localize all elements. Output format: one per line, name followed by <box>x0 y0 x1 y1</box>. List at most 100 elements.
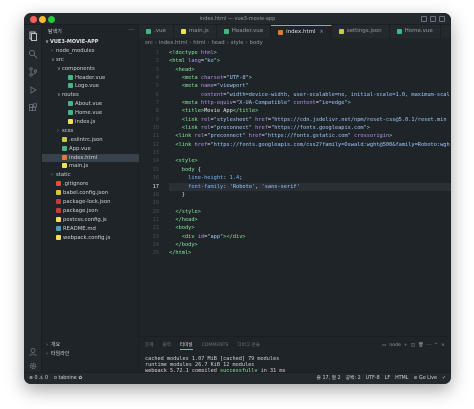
tabnine-status[interactable]: o tabnine ✿ <box>54 373 82 384</box>
code-area[interactable]: <!doctype html> <html lang="ko"> <head> <… <box>169 49 451 258</box>
tree-item-index-js[interactable]: index.js <box>42 118 139 127</box>
code-line[interactable]: <!doctype html> <box>169 49 451 57</box>
code-line[interactable]: <link rel="preconnect" href="https://fon… <box>169 132 451 140</box>
outline-section-timeline[interactable]: › 타임라인 <box>42 350 139 359</box>
code-line[interactable]: body { <box>169 166 451 174</box>
tree-item-eslintrc-json[interactable]: .eslintrc.json <box>42 136 139 145</box>
explorer-more-actions-icon[interactable]: ··· <box>128 27 134 35</box>
run-debug-icon[interactable] <box>28 85 38 95</box>
code-editor[interactable]: 1 2 3 4 5 6 7 8 9 10 11 12 13 14 15 16 17 18 19 20 21 22 23 24 2… <box>139 49 451 336</box>
code-line[interactable]: <link href="https://fonts.googleapis.com… <box>169 141 451 149</box>
code-line[interactable]: </head> <box>169 216 451 224</box>
manage-gear-icon[interactable] <box>28 361 38 371</box>
language-mode-status[interactable]: HTML <box>395 373 408 384</box>
breadcrumb-item-index-html[interactable]: index.html <box>159 40 187 46</box>
code-line[interactable]: <link rel="preconnect" href="https://fon… <box>169 124 451 132</box>
tree-item-gitignore[interactable]: .gitignore <box>42 180 139 189</box>
indentation-status[interactable]: 공백: 2 <box>346 373 361 384</box>
tree-item-vue3-movie-app[interactable]: ∨VUE3-MOVIE-APP <box>42 38 139 47</box>
code-line[interactable]: <meta charset="UTF-8"> <box>169 74 451 82</box>
panel-tab-debug-console[interactable]: 디버그 콘솔 <box>237 342 260 350</box>
code-line[interactable]: <meta name="viewport" <box>169 82 451 90</box>
code-line[interactable]: font-family: 'Roboto', 'sans-serif' <box>169 182 451 191</box>
tree-item-package-json[interactable]: package.json <box>42 207 139 216</box>
code-line[interactable]: <title>Movie App</title> <box>169 107 451 115</box>
tab-home-vue[interactable]: Home.vue <box>390 25 441 38</box>
extensions-icon[interactable] <box>28 103 38 113</box>
line-ending-status[interactable]: LF <box>385 373 390 384</box>
tree-item-webpack-config-js[interactable]: webpack.config.js <box>42 234 139 243</box>
code-line[interactable]: <div id="app"></div> <box>169 233 451 241</box>
code-line[interactable]: <meta http-equiv="X-UA-Compatible" conte… <box>169 99 451 107</box>
tree-item-home-vue[interactable]: Home.vue <box>42 109 139 118</box>
tree-item-babel-config-json[interactable]: babel.config.json <box>42 189 139 198</box>
tab-vue[interactable]: .vue <box>139 25 174 38</box>
code-line[interactable]: line-height: 1.4; <box>169 174 451 182</box>
code-line[interactable]: </html> <box>169 249 451 257</box>
go-live-button[interactable]: ⊘ Go Live <box>413 373 437 384</box>
toggle-panel-icon[interactable] <box>430 16 436 22</box>
encoding-status[interactable]: UTF-8 <box>366 373 380 384</box>
tree-item-readme-md[interactable]: README.md <box>42 225 139 234</box>
tree-item-package-lock-json[interactable]: package-lock.json <box>42 198 139 207</box>
terminal-name[interactable]: node <box>389 342 400 349</box>
close-tab-icon[interactable]: × <box>320 26 324 39</box>
tree-item-header-vue[interactable]: Header.vue <box>42 74 139 83</box>
code-line[interactable]: <body> <box>169 224 451 232</box>
tab-header-vue[interactable]: Header.vue <box>217 25 272 38</box>
tab-settings-json[interactable]: settings.json <box>332 25 390 38</box>
breadcrumb-item-head[interactable]: head <box>211 40 224 46</box>
breadcrumb-item-style[interactable]: style <box>231 40 244 46</box>
code-line[interactable]: <html lang="ko"> <box>169 57 451 65</box>
code-line[interactable]: content="width=device-width, user-scalab… <box>169 91 451 99</box>
tree-item-components[interactable]: ∨components <box>42 65 139 74</box>
prettier-status[interactable]: ✓ <box>442 373 446 384</box>
kill-terminal-icon[interactable]: 🗑 <box>418 342 424 349</box>
split-terminal-icon[interactable]: ◫ <box>411 342 415 349</box>
search-icon[interactable] <box>28 49 38 59</box>
breadcrumb-item-html[interactable]: html <box>193 40 205 46</box>
code-line[interactable] <box>169 149 451 157</box>
customize-layout-icon[interactable] <box>439 16 445 22</box>
tree-item-scss[interactable]: › scss <box>42 127 139 136</box>
panel-tab-output[interactable]: 출력 <box>162 342 170 350</box>
tree-item-main-js[interactable]: main.js <box>42 162 139 171</box>
tree-item-logo-vue[interactable]: Logo.vue <box>42 82 139 91</box>
tree-item-about-vue[interactable]: About.vue <box>42 100 139 109</box>
tab-index-html[interactable]: index.html × <box>271 25 332 38</box>
new-terminal-icon[interactable]: + <box>404 342 408 349</box>
code-line[interactable]: } <box>169 191 451 199</box>
tab-label: .vue <box>154 28 166 34</box>
panel-more-icon[interactable]: ··· <box>427 342 431 349</box>
code-token: ; <box>239 175 243 182</box>
code-line[interactable]: <style> <box>169 157 451 165</box>
panel-tab-comments[interactable]: COMMENTS <box>202 342 229 350</box>
problems-status[interactable]: ⊗ 0 ⚠ 0 <box>29 373 48 384</box>
explorer-icon[interactable] <box>28 31 38 41</box>
tree-item-node-modules[interactable]: › node_modules <box>42 47 139 56</box>
tree-item-static[interactable]: › static <box>42 171 139 180</box>
panel-tab-terminal[interactable]: 터미널 <box>179 342 193 350</box>
cursor-position-status[interactable]: 줄 17, 열 2 <box>317 373 341 384</box>
close-panel-icon[interactable]: × <box>441 342 445 349</box>
tree-item-src[interactable]: ∨src <box>42 56 139 65</box>
code-line[interactable]: </body> <box>169 241 451 249</box>
code-line[interactable] <box>169 199 451 207</box>
tree-item-app-vue[interactable]: App.vue <box>42 145 139 154</box>
maximize-panel-icon[interactable]: ^ <box>434 342 438 349</box>
breadcrumb-item-src[interactable]: src <box>145 40 153 46</box>
panel-tab-problems[interactable]: 문제 <box>145 342 153 350</box>
tree-item-postcss-config-js[interactable]: postcss.config.js <box>42 216 139 225</box>
toggle-sidebar-icon[interactable] <box>421 16 427 22</box>
code-line[interactable]: <head> <box>169 66 451 74</box>
source-control-icon[interactable] <box>28 67 38 77</box>
code-line[interactable]: <link rel="stylesheet" href="https://cdn… <box>169 116 451 124</box>
accounts-icon[interactable] <box>28 347 38 357</box>
tree-item-index-html[interactable]: index.html <box>42 153 139 163</box>
tab-main-js[interactable]: main.js <box>174 25 217 38</box>
code-line[interactable]: </style> <box>169 208 451 216</box>
tree-item-routes[interactable]: ∨routes <box>42 91 139 100</box>
breadcrumb-item-body[interactable]: body <box>250 40 263 46</box>
outline-section-outline[interactable]: › 개요 <box>42 341 139 350</box>
code-token: href <box>194 141 208 148</box>
